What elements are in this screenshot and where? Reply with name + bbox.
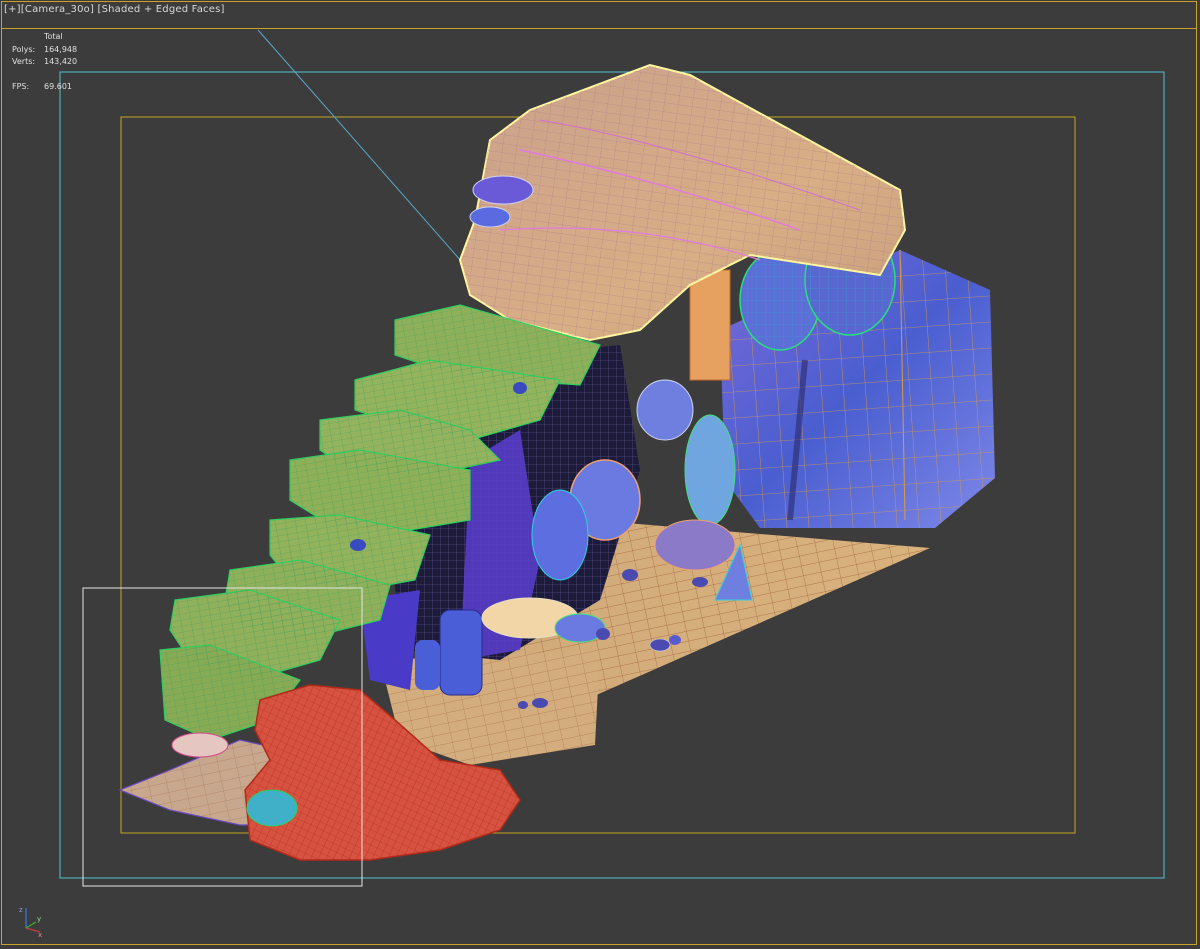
camera-label[interactable]: [Camera_30o] bbox=[21, 4, 94, 15]
viewport-header-divider bbox=[1, 28, 1197, 29]
shading-mode-label[interactable]: [Shaded + Edged Faces] bbox=[97, 4, 224, 15]
polys-value: 164,948 bbox=[44, 44, 78, 54]
polys-label: Polys: bbox=[12, 44, 36, 54]
axis-gizmo-icon: z x y bbox=[19, 906, 42, 938]
fps-label: FPS: bbox=[12, 81, 30, 91]
viewport[interactable]: [+][Camera_30o] [Shaded + Edged Faces] T… bbox=[0, 0, 1200, 949]
verts-label: Verts: bbox=[12, 57, 36, 66]
stats-header: Total bbox=[44, 32, 63, 41]
fps-value: 69.601 bbox=[44, 81, 72, 91]
axis-z-label: z bbox=[19, 906, 23, 914]
viewport-label: [+][Camera_30o] [Shaded + Edged Faces] bbox=[4, 4, 225, 15]
axis-y-label: y bbox=[37, 915, 41, 923]
active-viewport-border bbox=[1, 1, 1197, 945]
axis-x-label: x bbox=[38, 931, 42, 938]
statistics-overlay: Total Polys: 164,948 Verts: 143,420 FPS:… bbox=[12, 31, 104, 93]
verts-value: 143,420 bbox=[44, 57, 78, 66]
viewport-menu-button[interactable]: [+] bbox=[4, 4, 21, 15]
